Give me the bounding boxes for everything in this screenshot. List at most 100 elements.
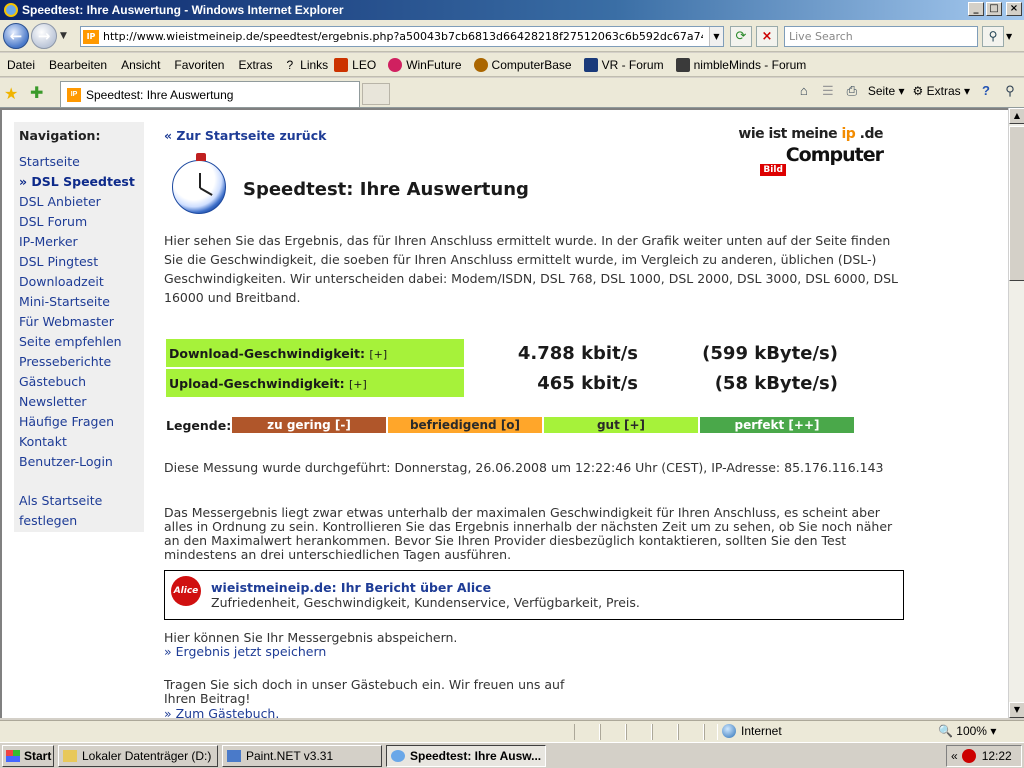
sidebar-item-als-startseite[interactable]: Als Startseite	[19, 491, 144, 511]
menu-bearbeiten[interactable]: Bearbeiten	[42, 58, 114, 72]
address-toolbar: ← → ▼ IP http://www.wieistmeineip.de/spe…	[0, 20, 1024, 52]
sidebar-item-dsl-speedtest[interactable]: » DSL Speedtest	[19, 172, 144, 192]
windows-flag-icon	[6, 750, 20, 762]
sidebar-item-fuer-webmaster[interactable]: Für Webmaster	[19, 312, 144, 332]
taskbar-item-explorer[interactable]: Lokaler Datenträger (D:)	[58, 745, 218, 767]
alice-report-subtitle: Zufriedenheit, Geschwindigkeit, Kundense…	[211, 595, 640, 610]
zoom-level[interactable]: 🔍 100% ▾	[938, 724, 996, 738]
status-divider	[678, 724, 704, 740]
new-tab-button[interactable]	[362, 83, 390, 105]
sidebar-item-newsletter[interactable]: Newsletter	[19, 392, 144, 412]
refresh-button[interactable]: ⟳	[730, 26, 752, 47]
search-input[interactable]: Live Search	[784, 26, 978, 47]
brand-wordmark: wie ist meine ip .de	[738, 126, 883, 142]
taskbar-item-speedtest[interactable]: Speedtest: Ihre Ausw...	[386, 745, 546, 767]
title-bar: Speedtest: Ihre Auswertung - Windows Int…	[0, 0, 1024, 20]
site-logo[interactable]: wie ist meine ip .de Computer Bild	[738, 126, 884, 176]
sidebar-item-ip-merker[interactable]: IP-Merker	[19, 232, 144, 252]
winfuture-icon	[388, 57, 403, 72]
tray-expand-icon[interactable]: «	[951, 749, 958, 763]
sidebar-item-dsl-forum[interactable]: DSL Forum	[19, 212, 144, 232]
feeds-icon[interactable]: ☰	[820, 84, 836, 98]
sidebar-item-festlegen[interactable]: festlegen	[19, 511, 144, 531]
upload-rating[interactable]: [+]	[349, 378, 367, 391]
link-nimbleminds-forum[interactable]: nimbleMinds - Forum	[675, 57, 806, 72]
tab-speedtest[interactable]: IP Speedtest: Ihre Auswertung	[60, 81, 360, 107]
print-icon[interactable]: ⎙	[844, 84, 860, 98]
forward-button[interactable]: →	[31, 23, 57, 49]
security-zone[interactable]: Internet	[722, 724, 782, 738]
paintnet-icon	[227, 750, 241, 762]
sidebar-item-mini-startseite[interactable]: Mini-Startseite	[19, 292, 144, 312]
sidebar-item-benutzer-login[interactable]: Benutzer-Login	[19, 452, 144, 472]
recent-pages-dropdown-icon[interactable]: ▼	[60, 31, 67, 41]
menu-ansicht[interactable]: Ansicht	[114, 58, 167, 72]
menu-extras[interactable]: Extras	[231, 58, 279, 72]
nimbleminds-icon	[675, 57, 690, 72]
window-controls: _ □ ×	[968, 2, 1022, 16]
menu-datei[interactable]: Datei	[0, 58, 42, 72]
upload-row: Upload-Geschwindigkeit: [+] 465 kbit/s (…	[166, 369, 866, 397]
taskbar-item-paintnet[interactable]: Paint.NET v3.31	[222, 745, 382, 767]
status-divider	[652, 724, 678, 740]
help-icon[interactable]: ?	[978, 84, 994, 98]
maximize-button[interactable]: □	[986, 2, 1002, 16]
favorites-star-icon[interactable]: ★	[4, 84, 18, 103]
start-button[interactable]: Start	[2, 745, 54, 767]
alice-report-link[interactable]: wieistmeineip.de: Ihr Bericht über Alice	[211, 580, 491, 595]
tray-app-icon[interactable]	[961, 749, 976, 763]
sidebar-item-kontakt[interactable]: Kontakt	[19, 432, 144, 452]
links-label: Links	[300, 57, 329, 72]
sidebar-item-gaestebuch[interactable]: Gästebuch	[19, 372, 144, 392]
link-computerbase[interactable]: ComputerBase	[473, 57, 572, 72]
alice-report-box[interactable]: Alice wieistmeineip.de: Ihr Bericht über…	[164, 570, 904, 620]
ie-logo-icon	[4, 3, 18, 17]
search-options-dropdown-icon[interactable]: ▼	[1006, 32, 1012, 41]
sidebar-item-downloadzeit[interactable]: Downloadzeit	[19, 272, 144, 292]
tab-label: Speedtest: Ihre Auswertung	[86, 87, 234, 102]
back-to-home-link[interactable]: « Zur Startseite zurück	[164, 128, 326, 143]
menu-bar: Datei Bearbeiten Ansicht Favoriten Extra…	[0, 53, 1024, 77]
link-leo[interactable]: LEO	[334, 57, 376, 72]
sidebar-item-presseberichte[interactable]: Presseberichte	[19, 352, 144, 372]
minimize-button[interactable]: _	[968, 2, 984, 16]
address-bar[interactable]: IP http://www.wieistmeineip.de/speedtest…	[80, 26, 724, 47]
scroll-down-arrow-icon[interactable]: ▼	[1009, 702, 1024, 718]
status-divider	[600, 724, 626, 740]
status-bar: Internet 🔍 100% ▾	[0, 720, 1024, 742]
stopwatch-knob	[196, 153, 206, 161]
tab-bar: ★ ✚ IP Speedtest: Ihre Auswertung ⌂ ☰ ⎙ …	[0, 78, 1024, 108]
sidebar-item-seite-empfehlen[interactable]: Seite empfehlen	[19, 332, 144, 352]
tools-menu[interactable]: ⚙ Extras ▾	[913, 84, 970, 98]
guestbook-link[interactable]: » Zum Gästebuch.	[164, 706, 279, 718]
system-tray: « 12:22	[946, 745, 1022, 767]
address-dropdown-icon[interactable]: ▼	[709, 27, 723, 46]
stopwatch-hand	[199, 187, 213, 196]
status-divider	[704, 724, 718, 740]
link-winfuture[interactable]: WinFuture	[388, 57, 462, 72]
search-button[interactable]: ⚲	[982, 26, 1004, 47]
link-vr-forum[interactable]: VR - Forum	[583, 57, 664, 72]
home-icon[interactable]: ⌂	[796, 84, 812, 98]
measurement-info: Diese Messung wurde durchgeführt: Donner…	[164, 460, 884, 475]
save-result-link[interactable]: » Ergebnis jetzt speichern	[164, 644, 326, 659]
status-divider	[574, 724, 600, 740]
stop-button[interactable]: ×	[756, 26, 778, 47]
sidebar-item-dsl-anbieter[interactable]: DSL Anbieter	[19, 192, 144, 212]
research-icon[interactable]: ⚲	[1002, 84, 1018, 98]
sidebar-item-dsl-pingtest[interactable]: DSL Pingtest	[19, 252, 144, 272]
add-favorites-icon[interactable]: ✚	[30, 83, 43, 102]
sidebar-item-startseite[interactable]: Startseite	[19, 152, 144, 172]
address-url[interactable]: http://www.wieistmeineip.de/speedtest/er…	[103, 30, 703, 43]
menu-favoriten[interactable]: Favoriten	[167, 58, 231, 72]
menu-help[interactable]: ?	[279, 58, 300, 72]
vertical-scrollbar[interactable]: ▲ ▼	[1008, 108, 1024, 718]
page-menu[interactable]: Seite ▾	[868, 84, 905, 98]
scroll-up-arrow-icon[interactable]: ▲	[1009, 108, 1024, 124]
upload-kbyte: (58 kByte/s)	[714, 373, 838, 394]
scroll-thumb[interactable]	[1009, 126, 1024, 281]
sidebar-item-haeufige-fragen[interactable]: Häufige Fragen	[19, 412, 144, 432]
close-button[interactable]: ×	[1006, 2, 1022, 16]
back-button[interactable]: ←	[3, 23, 29, 49]
download-rating[interactable]: [+]	[369, 348, 387, 361]
